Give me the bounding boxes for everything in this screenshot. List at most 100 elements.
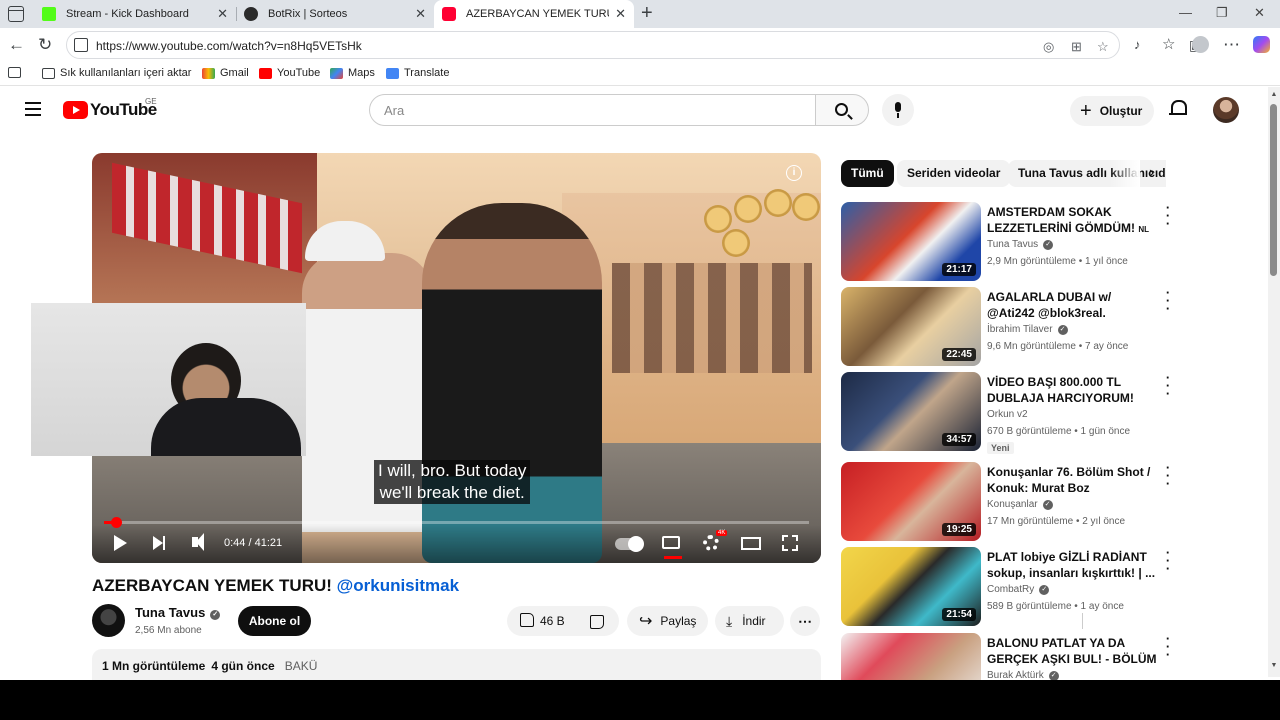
channel-text[interactable]: Tuna Tavus	[987, 239, 1038, 250]
recommendation-item[interactable]: 19:25 Konuşanlar 76. Bölüm Shot / Konuk:…	[841, 461, 1181, 542]
voice-search-mic-icon[interactable]	[882, 94, 914, 126]
recommendation-item[interactable]: 21:54 PLAT lobiye GİZLİ RADİANT sokup, i…	[841, 546, 1181, 627]
autoplay-toggle[interactable]	[615, 536, 644, 552]
create-button[interactable]: + Oluştur	[1070, 96, 1154, 126]
more-options-icon[interactable]: · · ·	[1164, 632, 1172, 661]
chevron-right-icon[interactable]: ›	[1149, 164, 1154, 182]
video-thumbnail[interactable]: 22:45	[841, 287, 981, 366]
back-arrow-icon[interactable]: ←	[8, 35, 25, 55]
menu-hamburger-icon[interactable]	[25, 102, 41, 116]
bookmark-translate[interactable]: Translate	[386, 67, 449, 79]
theater-mode-icon[interactable]	[741, 537, 761, 550]
more-options-icon[interactable]: · · ·	[1164, 201, 1172, 230]
tab-youtube-active[interactable]: AZERBAYCAN YEMEK TURU! @orkunisitmak ✕	[434, 0, 634, 28]
location-tag[interactable]: BAKÜ	[285, 659, 318, 673]
recommendation-item[interactable]: 21:17 AMSTERDAM SOKAK LEZZETLERİNİ GÖMDÜ…	[841, 201, 1181, 282]
bookmark-panel-icon[interactable]	[8, 67, 26, 78]
favorites-icon[interactable]: ☆	[1162, 35, 1175, 55]
close-tab-icon[interactable]: ✕	[415, 6, 426, 22]
subtitles-cc-icon[interactable]	[662, 536, 682, 559]
scroll-up-arrow-icon[interactable]: ▲	[1268, 91, 1280, 98]
profile-icon[interactable]	[1192, 36, 1209, 53]
video-thumbnail[interactable]: 21:17	[841, 202, 981, 281]
recommendation-channel[interactable]: Orkun v2	[987, 409, 1028, 420]
recommendation-title[interactable]: VİDEO BAŞI 800.000 TL DUBLAJA HARCIYORUM…	[987, 374, 1157, 406]
close-tab-icon[interactable]: ✕	[615, 6, 626, 22]
recommendation-title[interactable]: PLAT lobiye GİZLİ RADİANT sokup, insanla…	[987, 549, 1157, 581]
download-button[interactable]: ⤓ İndir	[715, 606, 784, 636]
recommendation-item[interactable]: 22:45 AGALARLA DUBAI w/ @Ati242 @blok3re…	[841, 286, 1181, 367]
channel-avatar[interactable]	[92, 604, 125, 637]
recommendation-channel[interactable]: Konuşanlar ✓	[987, 499, 1053, 510]
fullscreen-icon[interactable]	[782, 535, 798, 551]
shopping-icon[interactable]: ◎	[1043, 39, 1054, 55]
progress-bar[interactable]	[104, 517, 809, 528]
share-button[interactable]: ↪ Paylaş	[627, 606, 708, 636]
chip-series[interactable]: Seriden videolar	[897, 160, 1011, 187]
recommendation-title[interactable]: AGALARLA DUBAI w/ @Ati242 @blok3real.	[987, 289, 1157, 321]
copilot-icon[interactable]	[1253, 36, 1270, 53]
bookmark-import[interactable]: Sık kullanılanları içeri aktar	[42, 67, 191, 79]
channel-name[interactable]: Tuna Tavus ✓	[135, 605, 221, 620]
settings-more-icon[interactable]: ⋯	[1223, 35, 1240, 55]
close-window-icon[interactable]: ✕	[1254, 5, 1265, 21]
search-input[interactable]: Ara	[369, 94, 816, 126]
reload-icon[interactable]: ↻	[38, 35, 52, 55]
quality-badge: 4K	[716, 530, 728, 536]
recommendation-title[interactable]: BALONU PATLAT YA DA GERÇEK AŞKI BUL! - B…	[987, 635, 1157, 667]
account-avatar[interactable]	[1213, 97, 1239, 123]
chip-from-channel[interactable]: Tuna Tavus adlı kullanıcıdan	[1008, 160, 1166, 187]
recommendation-title-text[interactable]: AMSTERDAM SOKAK LEZZETLERİNİ GÖMDÜM!	[987, 205, 1135, 235]
video-thumbnail[interactable]: 34:57	[841, 372, 981, 451]
close-tab-icon[interactable]: ✕	[217, 6, 228, 22]
tab-actions-icon[interactable]	[8, 6, 24, 22]
channel-text[interactable]: Konuşanlar	[987, 499, 1038, 510]
bookmark-youtube[interactable]: YouTube	[259, 67, 320, 79]
settings-gear-icon[interactable]	[703, 535, 719, 551]
scrollbar-thumb[interactable]	[1270, 104, 1277, 276]
video-thumbnail[interactable]: 21:54	[841, 547, 981, 626]
recommendation-channel[interactable]: İbrahim Tilaver ✓	[987, 324, 1068, 335]
maximize-icon[interactable]: ❐	[1216, 5, 1228, 21]
recommendation-channel[interactable]: Tuna Tavus ✓	[987, 239, 1054, 250]
tab-kick-dashboard[interactable]: Stream - Kick Dashboard ✕	[34, 0, 236, 28]
video-thumbnail[interactable]: 19:25	[841, 462, 981, 541]
youtube-logo[interactable]: YouTube	[63, 100, 157, 120]
site-info-icon[interactable]	[74, 38, 88, 52]
video-title-mention[interactable]: @orkunisitmak	[337, 576, 459, 595]
channel-text[interactable]: CombatRy	[987, 584, 1034, 595]
info-icon[interactable]: i	[786, 165, 802, 181]
next-video-icon[interactable]	[153, 536, 165, 550]
search-button[interactable]	[815, 94, 869, 126]
address-bar[interactable]: https://www.youtube.com/watch?v=n8Hq5VET…	[66, 31, 1120, 59]
new-tab-icon[interactable]: +	[641, 2, 653, 25]
more-options-icon[interactable]: · · ·	[1164, 546, 1172, 575]
url-text[interactable]: https://www.youtube.com/watch?v=n8Hq5VET…	[96, 39, 362, 53]
like-thumb-up-icon[interactable]	[520, 613, 534, 627]
recommendation-item[interactable]: 34:57 VİDEO BAŞI 800.000 TL DUBLAJA HARC…	[841, 371, 1181, 454]
bookmark-maps[interactable]: Maps	[330, 67, 375, 79]
chip-all[interactable]: Tümü	[841, 160, 894, 187]
more-options-icon[interactable]: · · ·	[1164, 286, 1172, 315]
notifications-bell-icon[interactable]	[1169, 100, 1187, 117]
recommendation-title[interactable]: AMSTERDAM SOKAK LEZZETLERİNİ GÖMDÜM! NL	[987, 204, 1157, 236]
more-actions-icon[interactable]: ⋯	[790, 606, 820, 636]
channel-text[interactable]: İbrahim Tilaver	[987, 324, 1053, 335]
recommendation-title[interactable]: Konuşanlar 76. Bölüm Shot / Konuk: Murat…	[987, 464, 1157, 496]
volume-icon[interactable]	[192, 533, 204, 551]
tab-botrix[interactable]: BotRix | Sorteos ✕	[236, 0, 434, 28]
recommendation-channel[interactable]: CombatRy ✓	[987, 584, 1050, 595]
play-icon[interactable]	[114, 535, 127, 551]
scroll-down-arrow-icon[interactable]: ▼	[1268, 662, 1280, 669]
favorite-star-icon[interactable]: ☆	[1097, 39, 1109, 55]
minimize-icon[interactable]: —	[1179, 5, 1192, 20]
more-options-icon[interactable]: · · ·	[1164, 461, 1172, 490]
extensions-icon[interactable]: ♪	[1134, 35, 1141, 55]
apps-icon[interactable]: ⊞	[1071, 39, 1082, 55]
bookmark-gmail[interactable]: Gmail	[202, 67, 249, 79]
channel-name-text[interactable]: Tuna Tavus	[135, 605, 205, 620]
more-options-icon[interactable]: · · ·	[1164, 371, 1172, 400]
subscribe-button[interactable]: Abone ol	[238, 606, 311, 636]
dislike-thumb-down-icon[interactable]	[590, 615, 604, 629]
like-count[interactable]: 46 B	[540, 614, 565, 628]
